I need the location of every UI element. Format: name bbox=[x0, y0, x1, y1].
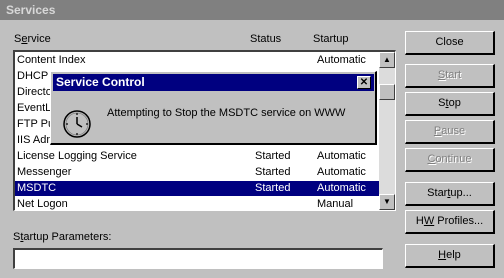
pause-button[interactable]: Pause bbox=[405, 120, 495, 144]
service-name: License Logging Service bbox=[17, 150, 137, 162]
service-name: Content Index bbox=[17, 54, 86, 66]
clock-icon bbox=[63, 110, 91, 138]
service-status: Started bbox=[255, 166, 291, 178]
stop-button[interactable]: Stop bbox=[405, 92, 495, 116]
service-row[interactable]: License Logging Service Started Automatic bbox=[15, 149, 380, 164]
vertical-scrollbar[interactable]: ▲ ▼ bbox=[379, 52, 395, 210]
service-startup: Automatic bbox=[317, 54, 366, 66]
service-startup: Automatic bbox=[317, 182, 366, 194]
start-button[interactable]: Start bbox=[405, 64, 495, 88]
service-row[interactable]: Net Logon Manual bbox=[15, 197, 380, 210]
column-header-status: Status bbox=[250, 33, 282, 45]
dialog-title: Service Control ✕ bbox=[53, 74, 374, 91]
window-title: Services bbox=[0, 0, 504, 20]
service-name: Net Logon bbox=[17, 198, 68, 210]
service-status: Started bbox=[255, 150, 291, 162]
hw-profiles-button[interactable]: HW Profiles... bbox=[405, 210, 495, 234]
service-name: MSDTC bbox=[17, 182, 57, 194]
service-name: Messenger bbox=[17, 166, 72, 178]
scroll-up-icon[interactable]: ▲ bbox=[379, 52, 395, 68]
startup-button[interactable]: Startup... bbox=[405, 182, 495, 206]
column-header-startup: Startup bbox=[313, 33, 349, 45]
service-row[interactable]: Content Index Automatic bbox=[15, 53, 380, 68]
service-row[interactable]: MSDTC Started Automatic bbox=[15, 181, 380, 196]
startup-parameters-label: Startup Parameters: bbox=[13, 231, 112, 243]
service-startup: Manual bbox=[317, 198, 354, 210]
startup-parameters-input[interactable] bbox=[13, 248, 383, 269]
service-status: Started bbox=[255, 182, 291, 194]
service-startup: Automatic bbox=[317, 150, 366, 162]
service-startup: Automatic bbox=[317, 166, 366, 178]
close-button[interactable]: Close bbox=[405, 31, 495, 55]
dialog-message: Attempting to Stop the MSDTC service on … bbox=[107, 107, 346, 119]
service-control-dialog: Service Control ✕ Attempting to Stop the… bbox=[50, 71, 377, 145]
service-row[interactable]: Messenger Started Automatic bbox=[15, 165, 380, 180]
continue-button[interactable]: Continue bbox=[405, 148, 495, 172]
help-button[interactable]: Help bbox=[405, 244, 495, 268]
column-header-service: Service bbox=[14, 33, 51, 45]
scroll-down-icon[interactable]: ▼ bbox=[379, 194, 395, 210]
close-x-icon[interactable]: ✕ bbox=[357, 76, 371, 89]
scroll-thumb[interactable] bbox=[379, 84, 395, 100]
